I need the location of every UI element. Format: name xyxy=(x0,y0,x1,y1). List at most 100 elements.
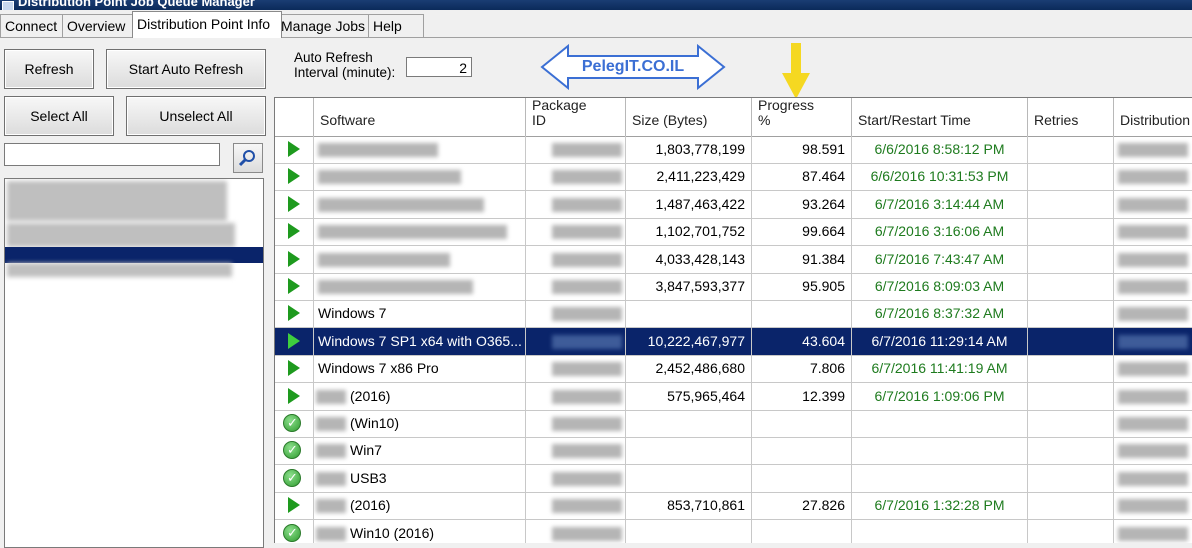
progress-header-label: Progress % xyxy=(758,97,815,128)
column-header-package-id[interactable]: Package ID xyxy=(526,98,626,136)
tab-overview[interactable]: Overview xyxy=(62,14,139,37)
redacted-value xyxy=(316,444,346,459)
software-text: (2016) xyxy=(350,497,391,514)
progress-cell: 95.905 xyxy=(752,273,852,300)
check-icon xyxy=(283,520,301,543)
redacted-value xyxy=(1118,362,1188,377)
software-cell: Win7 xyxy=(314,437,526,465)
package-id-cell xyxy=(526,519,626,543)
redacted-value xyxy=(318,143,438,157)
table-row[interactable]: 1,102,701,752 99.664 6/7/2016 3:16:06 AM xyxy=(275,218,1192,247)
size-cell: 575,965,464 xyxy=(626,382,752,410)
progress-cell: 93.264 xyxy=(752,190,852,218)
tab-manage-jobs[interactable]: Manage Jobs xyxy=(276,14,375,37)
software-cell: (Win10) xyxy=(314,410,526,437)
grid-header: Software Package ID Size (Bytes) Progres… xyxy=(275,98,1192,137)
list-item-selected[interactable] xyxy=(5,247,263,263)
column-header-distribution-point[interactable]: Distribution P xyxy=(1114,98,1192,136)
table-row[interactable]: Windows 7 6/7/2016 8:37:32 AM xyxy=(275,300,1192,329)
select-all-button[interactable]: Select All xyxy=(4,96,114,136)
table-row[interactable]: USB3 xyxy=(275,464,1192,493)
column-header-start-time[interactable]: Start/Restart Time xyxy=(852,98,1028,136)
status-cell xyxy=(275,355,314,383)
table-row[interactable]: 3,847,593,377 95.905 6/7/2016 8:09:03 AM xyxy=(275,273,1192,301)
jobs-grid[interactable]: Software Package ID Size (Bytes) Progres… xyxy=(274,97,1192,543)
table-row-selected[interactable]: Windows 7 SP1 x64 with O365... 10,222,467… xyxy=(275,327,1192,356)
table-row[interactable]: 1,487,463,422 93.264 6/7/2016 3:14:44 AM xyxy=(275,190,1192,219)
software-cell xyxy=(314,273,526,300)
status-cell xyxy=(275,163,314,191)
size-cell: 4,033,428,143 xyxy=(626,245,752,273)
table-row[interactable]: 2,411,223,429 87.464 6/6/2016 10:31:53 PM xyxy=(275,163,1192,192)
software-text: (Win10) xyxy=(350,415,400,431)
distribution-point-list[interactable] xyxy=(4,178,264,548)
interval-input[interactable]: 2 xyxy=(406,57,472,77)
package-id-cell xyxy=(526,245,626,273)
redacted-value xyxy=(1118,225,1188,240)
retries-cell xyxy=(1028,273,1114,300)
tab-help[interactable]: Help xyxy=(368,14,424,37)
list-item[interactable] xyxy=(7,181,227,221)
redacted-value xyxy=(1118,307,1188,322)
software-cell: Windows 7 SP1 x64 with O365... xyxy=(314,327,526,355)
redacted-value xyxy=(552,362,622,377)
software-cell xyxy=(314,245,526,273)
select-all-label: Select All xyxy=(30,108,88,124)
column-header-size[interactable]: Size (Bytes) xyxy=(626,98,752,136)
software-cell: Win10 (2016) xyxy=(314,519,526,543)
search-button[interactable] xyxy=(233,143,263,173)
redacted-value xyxy=(316,526,346,541)
start-time-cell: 6/6/2016 10:31:53 PM xyxy=(852,163,1028,191)
list-item[interactable] xyxy=(7,223,235,247)
package-id-cell xyxy=(526,190,626,218)
table-row[interactable]: (Win10) xyxy=(275,410,1192,438)
redacted-value xyxy=(1118,170,1188,185)
search-input[interactable] xyxy=(4,143,220,166)
play-icon xyxy=(288,141,300,157)
redacted-value xyxy=(1118,526,1188,541)
size-cell: 2,452,486,680 xyxy=(626,355,752,383)
package-id-cell xyxy=(526,273,626,300)
tab-connect[interactable]: Connect xyxy=(0,14,69,37)
retries-cell xyxy=(1028,464,1114,492)
play-icon xyxy=(288,168,300,185)
redacted-value xyxy=(552,444,622,459)
distribution-point-cell xyxy=(1114,246,1192,273)
software-cell xyxy=(314,136,526,163)
start-time-cell: 6/7/2016 11:41:19 AM xyxy=(852,355,1028,383)
table-row[interactable]: (2016) 853,710,861 27.826 6/7/2016 1:32:28 … xyxy=(275,492,1192,521)
redacted-value xyxy=(552,389,622,404)
size-cell xyxy=(626,464,752,492)
tab-distribution-point-info[interactable]: Distribution Point Info xyxy=(132,11,282,38)
size-cell: 1,487,463,422 xyxy=(626,190,752,218)
package-id-cell xyxy=(526,492,626,520)
distribution-point-header-label: Distribution P xyxy=(1120,112,1191,128)
redacted-value xyxy=(552,143,622,157)
progress-cell: 91.384 xyxy=(752,245,852,273)
redacted-value xyxy=(1118,417,1188,431)
retries-cell xyxy=(1028,437,1114,465)
table-row[interactable]: 1,803,778,199 98.591 6/6/2016 8:58:12 PM xyxy=(275,136,1192,164)
size-cell: 2,411,223,429 xyxy=(626,163,752,191)
column-header-software[interactable]: Software xyxy=(314,98,526,136)
package-id-cell xyxy=(526,218,626,246)
progress-cell xyxy=(752,300,852,328)
unselect-all-button[interactable]: Unselect All xyxy=(126,96,266,136)
list-item[interactable] xyxy=(7,263,232,277)
size-cell xyxy=(626,519,752,543)
column-header-progress[interactable]: Progress % xyxy=(752,98,852,136)
software-cell xyxy=(314,190,526,218)
start-auto-refresh-button[interactable]: Start Auto Refresh xyxy=(106,49,266,89)
start-time-cell: 6/7/2016 1:09:06 PM xyxy=(852,382,1028,410)
table-row[interactable]: 4,033,428,143 91.384 6/7/2016 7:43:47 AM xyxy=(275,245,1192,274)
table-row[interactable]: Windows 7 x86 Pro 2,452,486,680 7.806 6/7/2… xyxy=(275,355,1192,384)
retries-cell xyxy=(1028,519,1114,543)
refresh-button[interactable]: Refresh xyxy=(4,49,94,89)
redacted-value xyxy=(316,499,346,514)
window-title: Distribution Point Job Queue Manager xyxy=(18,0,255,9)
table-row[interactable]: Win10 (2016) xyxy=(275,519,1192,543)
table-row[interactable]: Win7 xyxy=(275,437,1192,466)
column-header-retries[interactable]: Retries xyxy=(1028,98,1114,136)
check-icon xyxy=(283,410,301,436)
table-row[interactable]: (2016) 575,965,464 12.399 6/7/2016 1:09:06 … xyxy=(275,382,1192,411)
